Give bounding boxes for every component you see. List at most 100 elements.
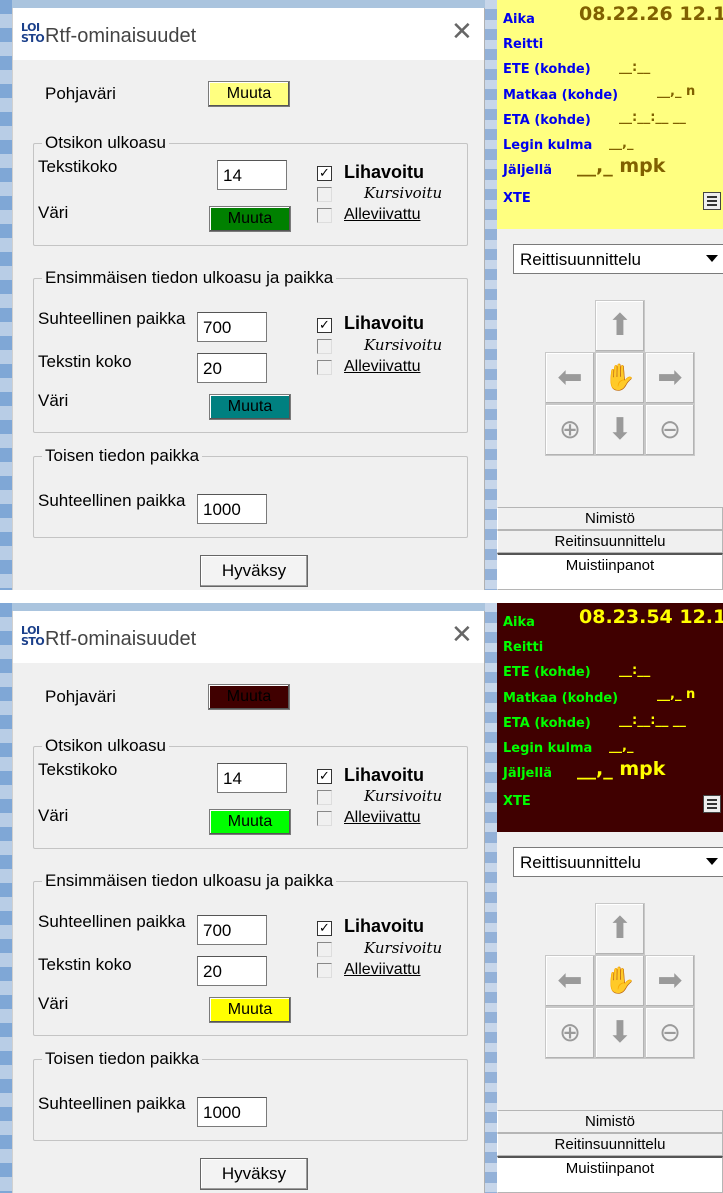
header-underline-label: Alleviivattu [344, 809, 421, 826]
zoom-out-icon[interactable]: ⊖ [645, 404, 695, 456]
background-color-button[interactable]: Muuta [208, 81, 290, 107]
zoom-out-icon[interactable]: ⊖ [645, 1007, 695, 1059]
header-bold-checkbox[interactable]: ✓ [317, 769, 332, 784]
header-italic-checkbox[interactable] [317, 790, 332, 805]
map-edge-right [485, 603, 497, 1193]
first-bold-checkbox[interactable]: ✓ [317, 318, 332, 333]
pan-up-icon[interactable]: ⬆ [595, 903, 645, 955]
first-underline-checkbox[interactable] [317, 360, 332, 375]
second-relpos-label: Suhteellinen paikka [38, 491, 186, 510]
first-relpos-input[interactable]: 700 [197, 915, 267, 945]
second-item-group-title: Toisen tiedon paikka [42, 446, 203, 466]
ete-label: ETE (kohde) [503, 665, 591, 680]
tab-route-planning[interactable]: Reitinsuunnittelu [497, 1133, 723, 1156]
first-item-style-group: Ensimmäisen tiedon ulkoasu ja paikka Suh… [33, 268, 468, 433]
leg-angle-label: Legin kulma [503, 138, 593, 153]
first-relpos-input[interactable]: 700 [197, 312, 267, 342]
tab-place-names[interactable]: Nimistö [497, 507, 723, 530]
distance-value: __,_ n [657, 687, 696, 702]
tab-notes[interactable]: Muistiinpanot [497, 1156, 723, 1193]
leg-angle-value: __,_ [609, 739, 634, 754]
first-text-size-input[interactable]: 20 [197, 353, 267, 383]
first-color-button[interactable]: Muuta [209, 997, 291, 1023]
distance-value: __,_ n [657, 84, 696, 99]
mode-dropdown[interactable]: Reittisuunnittelu [513, 847, 723, 877]
first-text-size-label: Tekstin koko [38, 955, 132, 974]
background-color-label: Pohjaväri [45, 84, 116, 103]
header-color-button[interactable]: Muuta [209, 809, 291, 835]
header-color-button[interactable]: Muuta [209, 206, 291, 232]
route-label: Reitti [503, 640, 544, 655]
first-bold-checkbox[interactable]: ✓ [317, 921, 332, 936]
first-underline-label: Alleviivattu [344, 961, 421, 978]
route-info-box: Aika 08.22.26 12.11 Reitti ETE (kohde) _… [497, 0, 723, 229]
pan-left-icon[interactable]: ⬅ [545, 955, 595, 1007]
header-style-group: Otsikon ulkoasu Tekstikoko 14 Väri Muuta… [33, 133, 468, 246]
mode-dropdown[interactable]: Reittisuunnittelu [513, 244, 723, 274]
second-relpos-input[interactable]: 1000 [197, 494, 267, 524]
pan-right-icon[interactable]: ➡ [645, 352, 695, 404]
remaining-label: Jäljellä [503, 766, 553, 781]
notes-icon[interactable] [703, 192, 721, 210]
header-underline-checkbox[interactable] [317, 208, 332, 223]
header-text-size-label: Tekstikoko [38, 157, 118, 176]
dialog-client-area: Pohjaväri Muuta Otsikon ulkoasu Tekstiko… [13, 60, 484, 590]
close-icon[interactable]: ✕ [451, 18, 473, 46]
zoom-in-icon[interactable]: ⊕ [545, 404, 595, 456]
first-text-size-label: Tekstin koko [38, 352, 132, 371]
background-color-button[interactable]: Muuta [208, 684, 290, 710]
header-style-group: Otsikon ulkoasu Tekstikoko 14 Väri Muuta… [33, 736, 468, 849]
route-info-box: Aika 08.23.54 12.11 Reitti ETE (kohde) _… [497, 603, 723, 832]
mode-dropdown-value: Reittisuunnittelu [520, 853, 641, 872]
accept-button[interactable]: Hyväksy [200, 1158, 308, 1190]
pan-down-icon[interactable]: ⬇ [595, 404, 645, 456]
pan-right-icon[interactable]: ➡ [645, 955, 695, 1007]
chevron-down-icon[interactable] [706, 255, 718, 262]
first-text-size-input[interactable]: 20 [197, 956, 267, 986]
first-relpos-label: Suhteellinen paikka [38, 912, 186, 931]
map-navigation-pad: ⬆ ⬅ ✋ ➡ ⊕ ⬇ ⊖ [537, 903, 723, 1093]
header-underline-checkbox[interactable] [317, 811, 332, 826]
first-item-group-title: Ensimmäisen tiedon ulkoasu ja paikka [42, 268, 337, 288]
header-text-size-input[interactable]: 14 [217, 160, 287, 190]
notes-icon[interactable] [703, 795, 721, 813]
header-bold-checkbox[interactable]: ✓ [317, 166, 332, 181]
header-text-size-input[interactable]: 14 [217, 763, 287, 793]
first-bold-label: Lihavoitu [344, 916, 424, 936]
pan-left-icon[interactable]: ⬅ [545, 352, 595, 404]
map-edge-right [485, 0, 497, 590]
dialog-titlebar: LOI STO Rtf-ominaisuudet ✕ [13, 611, 484, 663]
hand-pan-icon[interactable]: ✋ [595, 955, 645, 1007]
eta-value: __:__:__ __ [619, 110, 686, 125]
tab-notes[interactable]: Muistiinpanot [497, 553, 723, 590]
tab-route-planning[interactable]: Reitinsuunnittelu [497, 530, 723, 553]
eta-label: ETA (kohde) [503, 113, 591, 128]
first-italic-label: Kursivoitu [364, 336, 443, 354]
first-italic-checkbox[interactable] [317, 339, 332, 354]
second-relpos-input[interactable]: 1000 [197, 1097, 267, 1127]
chevron-down-icon[interactable] [706, 858, 718, 865]
pan-down-icon[interactable]: ⬇ [595, 1007, 645, 1059]
second-item-group-title: Toisen tiedon paikka [42, 1049, 203, 1069]
remaining-value: __,_ mpk [577, 155, 666, 177]
loisto-logo-icon: LOI STO [21, 624, 45, 648]
second-item-group: Toisen tiedon paikka Suhteellinen paikka… [33, 446, 468, 538]
first-underline-label: Alleviivattu [344, 358, 421, 375]
first-underline-checkbox[interactable] [317, 963, 332, 978]
mode-dropdown-value: Reittisuunnittelu [520, 250, 641, 269]
background-color-label: Pohjaväri [45, 687, 116, 706]
distance-label: Matkaa (kohde) [503, 88, 619, 103]
tab-place-names[interactable]: Nimistö [497, 1110, 723, 1133]
accept-button[interactable]: Hyväksy [200, 555, 308, 587]
zoom-in-icon[interactable]: ⊕ [545, 1007, 595, 1059]
hand-pan-icon[interactable]: ✋ [595, 352, 645, 404]
first-italic-label: Kursivoitu [364, 939, 443, 957]
navigation-side-panel: Aika 08.22.26 12.11 Reitti ETE (kohde) _… [497, 0, 723, 590]
close-icon[interactable]: ✕ [451, 621, 473, 649]
second-item-group: Toisen tiedon paikka Suhteellinen paikka… [33, 1049, 468, 1141]
first-italic-checkbox[interactable] [317, 942, 332, 957]
first-color-button[interactable]: Muuta [209, 394, 291, 420]
pan-up-icon[interactable]: ⬆ [595, 300, 645, 352]
leg-angle-value: __,_ [609, 136, 634, 151]
header-italic-checkbox[interactable] [317, 187, 332, 202]
